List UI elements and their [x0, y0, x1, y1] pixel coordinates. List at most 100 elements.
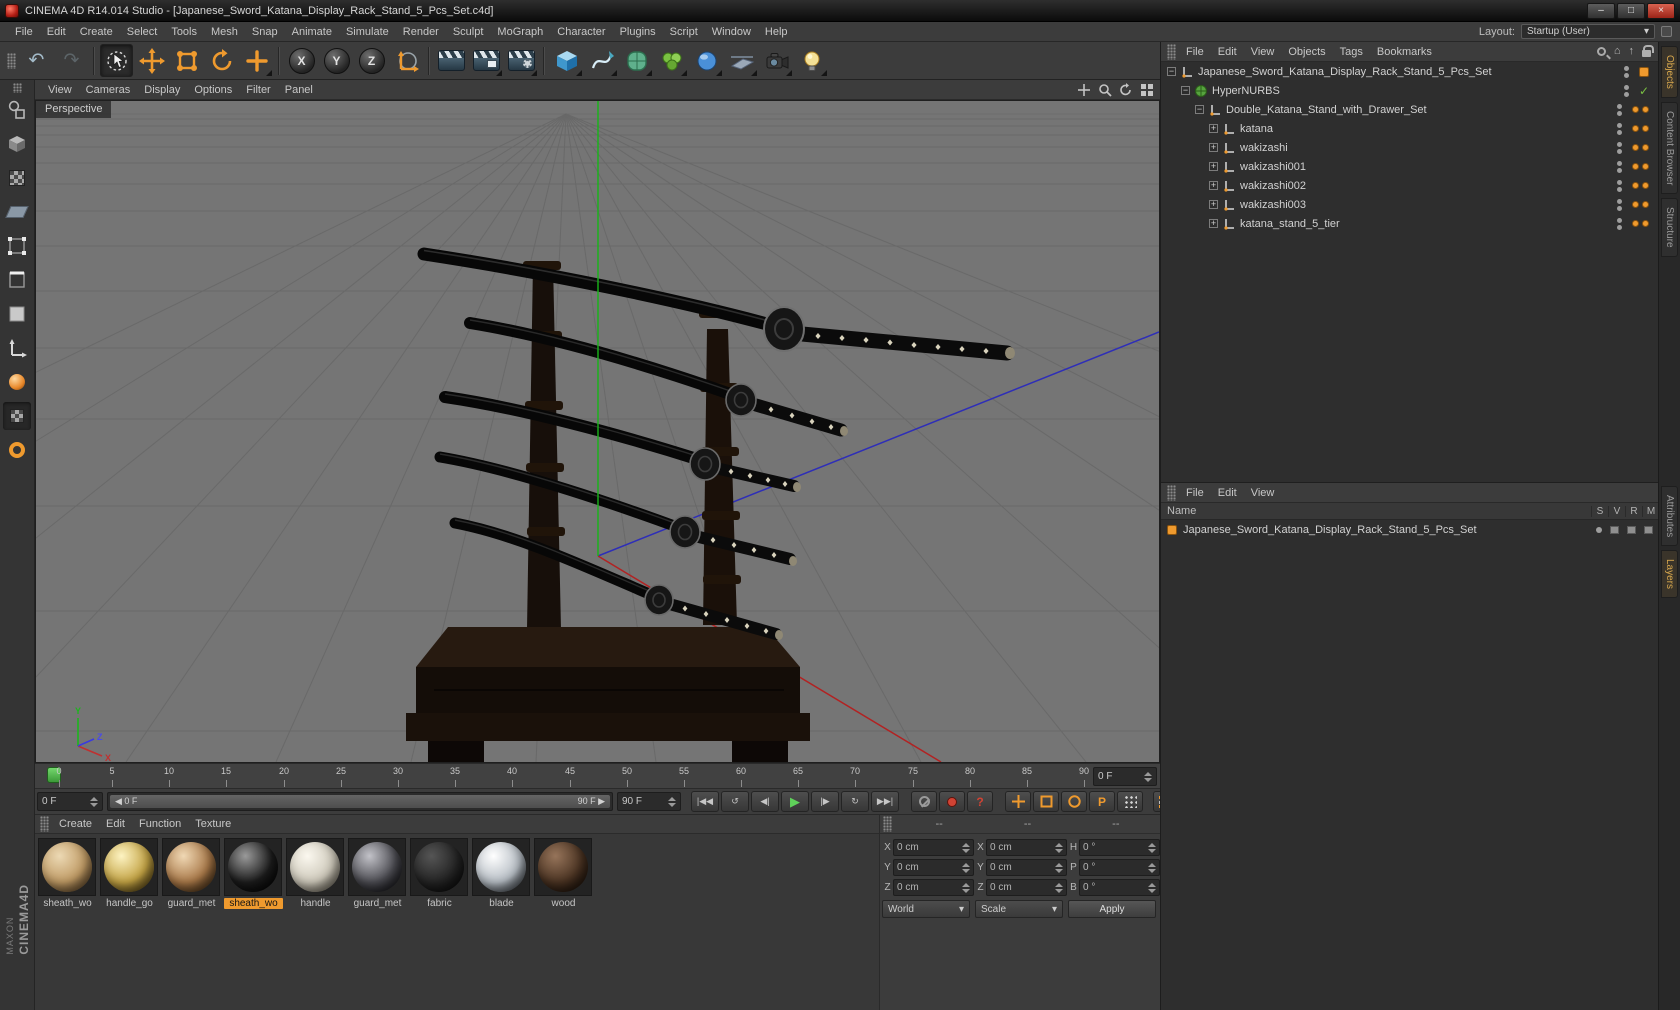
material-item[interactable]: handle	[286, 838, 345, 909]
visibility-dots[interactable]	[1617, 160, 1622, 173]
vp-menu-panel[interactable]: Panel	[278, 82, 320, 98]
previous-frame-button[interactable]: ◀|	[751, 791, 779, 812]
redo-button[interactable]: ↷	[55, 44, 88, 77]
render-picture-viewer-button[interactable]	[470, 44, 503, 77]
minimize-button[interactable]: –	[1587, 2, 1615, 19]
texture-tag-icon[interactable]	[1642, 106, 1649, 113]
end-frame-stepper[interactable]	[668, 796, 676, 807]
layer-row[interactable]: Japanese_Sword_Katana_Display_Rack_Stand…	[1161, 520, 1659, 539]
render-settings-button[interactable]	[505, 44, 538, 77]
coordinate-system-button[interactable]	[390, 44, 423, 77]
viewport-perspective[interactable]: Perspective Y X Z	[35, 100, 1160, 763]
tab-content-browser[interactable]: Content Browser	[1661, 101, 1678, 195]
lm-menu-view[interactable]: View	[1244, 485, 1282, 501]
add-floor-button[interactable]	[725, 44, 758, 77]
visibility-dots[interactable]	[1617, 217, 1622, 230]
lock-icon[interactable]	[1642, 45, 1654, 57]
rotate-view-icon[interactable]	[1119, 82, 1133, 97]
expander-icon[interactable]: +	[1209, 124, 1218, 133]
menu-mesh[interactable]: Mesh	[204, 24, 245, 40]
add-cube-button[interactable]	[550, 44, 583, 77]
up-arrow-icon[interactable]: ↑	[1629, 46, 1635, 57]
goto-start-button[interactable]: |◀◀	[691, 791, 719, 812]
manager-toggle-icon[interactable]	[1644, 525, 1653, 534]
rotation-p-field[interactable]: 0 °	[1079, 859, 1160, 876]
keyframe-help-button[interactable]: ?	[967, 791, 993, 812]
expander-icon[interactable]: +	[1209, 162, 1218, 171]
menu-plugins[interactable]: Plugins	[613, 24, 663, 40]
current-frame-stepper[interactable]	[90, 796, 98, 807]
texture-view-button[interactable]	[3, 402, 31, 430]
visibility-dots[interactable]	[1617, 141, 1622, 154]
tree-row-wakizashi002[interactable]: + wakizashi002	[1161, 176, 1659, 195]
current-frame-field[interactable]: 0 F	[37, 792, 103, 811]
texture-tag-icon[interactable]	[1632, 220, 1639, 227]
mat-menu-function[interactable]: Function	[132, 816, 188, 832]
rotation-h-field[interactable]: 0 °	[1079, 839, 1160, 856]
menu-script[interactable]: Script	[663, 24, 705, 40]
lm-menu-file[interactable]: File	[1179, 485, 1211, 501]
undo-button[interactable]: ↶	[20, 44, 53, 77]
home-icon[interactable]: ⌂	[1614, 46, 1621, 57]
menu-character[interactable]: Character	[550, 24, 612, 40]
apply-button[interactable]: Apply	[1068, 900, 1156, 918]
texture-tag-icon[interactable]	[1632, 106, 1639, 113]
position-y-field[interactable]: 0 cm	[893, 859, 974, 876]
timeline-ruler[interactable]: 0 5 10 15 20 25 30 35 40 45 50 55 60 65 …	[35, 763, 1160, 789]
close-button[interactable]: ×	[1647, 2, 1675, 19]
visibility-dots[interactable]	[1624, 65, 1629, 78]
menu-simulate[interactable]: Simulate	[339, 24, 396, 40]
menu-window[interactable]: Window	[705, 24, 758, 40]
render-view-button[interactable]	[435, 44, 468, 77]
om-menu-bookmarks[interactable]: Bookmarks	[1370, 44, 1439, 60]
enable-axis-button[interactable]	[3, 334, 31, 362]
add-mograph-button[interactable]	[655, 44, 688, 77]
om-grip[interactable]	[1167, 43, 1176, 60]
coords-header-rotation[interactable]: --	[1072, 818, 1160, 830]
view-toggle-icon[interactable]	[1610, 525, 1619, 534]
tree-row-stand-set[interactable]: − Double_Katana_Stand_with_Drawer_Set	[1161, 100, 1659, 119]
maximize-button[interactable]: □	[1617, 2, 1645, 19]
mat-menu-create[interactable]: Create	[52, 816, 99, 832]
key-position-button[interactable]	[1005, 791, 1031, 812]
play-button[interactable]: ▶	[781, 791, 809, 812]
expander-icon[interactable]: +	[1209, 143, 1218, 152]
tree-row-katana[interactable]: + katana	[1161, 119, 1659, 138]
zoom-view-icon[interactable]	[1098, 83, 1112, 97]
edges-mode-button[interactable]	[3, 266, 31, 294]
live-selection-button[interactable]	[100, 44, 133, 77]
enabled-check-icon[interactable]: ✓	[1639, 84, 1649, 98]
mode-toolbar-grip[interactable]	[12, 83, 22, 93]
menu-edit[interactable]: Edit	[40, 24, 73, 40]
texture-tag-icon[interactable]	[1632, 144, 1639, 151]
key-rotation-button[interactable]	[1061, 791, 1087, 812]
material-item[interactable]: sheath_wo	[38, 838, 97, 909]
key-scale-button[interactable]	[1033, 791, 1059, 812]
visibility-dots[interactable]	[1617, 179, 1622, 192]
coordinate-space-dropdown[interactable]: World ▾	[882, 900, 970, 918]
size-x-field[interactable]: 0 cm	[986, 839, 1067, 856]
material-grip[interactable]	[40, 816, 49, 832]
texture-tag-icon[interactable]	[1642, 163, 1649, 170]
material-item-selected[interactable]: sheath_wo	[224, 838, 283, 909]
solo-toggle-icon[interactable]	[1596, 526, 1602, 533]
key-pla-button[interactable]	[1117, 791, 1143, 812]
coords-header-position[interactable]: --	[895, 818, 983, 830]
menu-sculpt[interactable]: Sculpt	[446, 24, 491, 40]
texture-tag-icon[interactable]	[1632, 201, 1639, 208]
visibility-dots[interactable]	[1617, 103, 1622, 116]
tree-row-katana-stand[interactable]: + katana_stand_5_tier	[1161, 214, 1659, 233]
visibility-dots[interactable]	[1617, 198, 1622, 211]
add-simulation-button[interactable]	[690, 44, 723, 77]
size-mode-dropdown[interactable]: Scale ▾	[975, 900, 1063, 918]
play-backward-button[interactable]: ↺	[721, 791, 749, 812]
material-item[interactable]: fabric	[410, 838, 469, 909]
texture-tag-icon[interactable]	[1642, 220, 1649, 227]
frame-range-bar[interactable]: ◀ 0 F 90 F ▶	[110, 795, 610, 808]
scale-tool-button[interactable]	[170, 44, 203, 77]
recent-tools-button[interactable]	[240, 44, 273, 77]
viewport-view-label[interactable]: Perspective	[36, 101, 112, 118]
material-item[interactable]: blade	[472, 838, 531, 909]
end-frame-field[interactable]: 90 F	[617, 792, 681, 811]
visibility-dots[interactable]	[1617, 122, 1622, 135]
